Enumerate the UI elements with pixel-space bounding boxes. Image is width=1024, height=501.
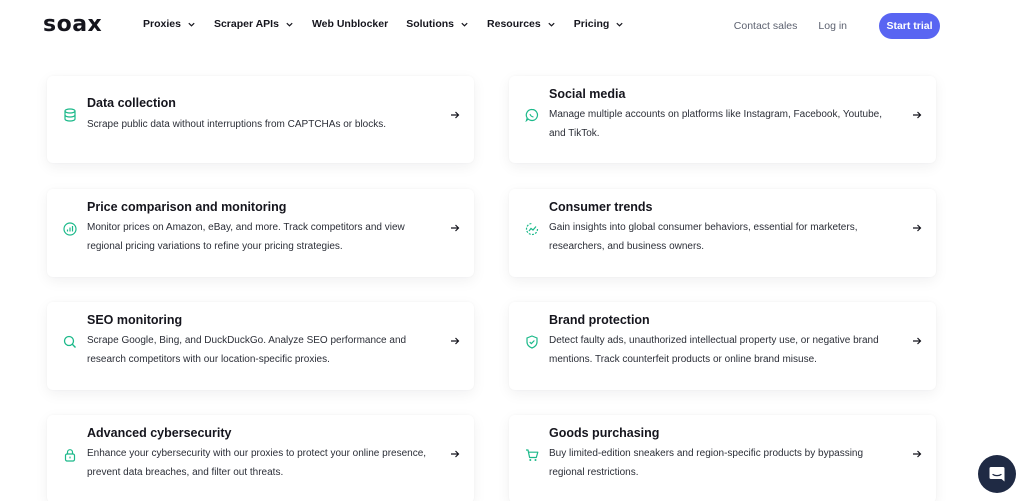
search-icon	[63, 335, 76, 348]
card-description: Gain insights into global consumer behav…	[549, 222, 858, 252]
main-nav: Proxies Scraper APIs Web Unblocker Solut…	[143, 18, 642, 30]
nav-item-web-unblocker[interactable]: Web Unblocker	[312, 18, 388, 30]
site-header: soax Proxies Scraper APIs Web Unblocker …	[0, 0, 1024, 52]
nav-item-solutions[interactable]: Solutions	[406, 18, 469, 30]
arrow-right-icon	[451, 450, 460, 458]
card-title: Advanced cybersecurity	[87, 426, 232, 440]
nav-item-label: Pricing	[573, 18, 610, 30]
nav-item-label: Resources	[487, 18, 541, 30]
use-case-card-social-media[interactable]: Social media Manage multiple accounts on…	[509, 76, 936, 163]
card-description: Scrape public data without interruptions…	[87, 119, 387, 130]
use-case-card-cybersecurity[interactable]: Advanced cybersecurity Enhance your cybe…	[47, 415, 474, 501]
pie-trend-icon	[525, 222, 539, 236]
chevron-down-icon	[548, 22, 555, 27]
chevron-down-icon	[461, 22, 468, 27]
login-link[interactable]: Log in	[818, 20, 847, 32]
chevron-down-icon	[188, 22, 195, 27]
contact-sales-link[interactable]: Contact sales	[734, 20, 798, 32]
use-case-card-price-comparison[interactable]: Price comparison and monitoring Monitor …	[47, 189, 474, 277]
nav-item-scraper-apis[interactable]: Scraper APIs	[214, 18, 294, 30]
card-title: Consumer trends	[549, 200, 653, 214]
card-title: SEO monitoring	[87, 313, 183, 327]
use-case-card-data-collection[interactable]: Data collection Scrape public data witho…	[47, 76, 474, 163]
card-title: Price comparison and monitoring	[87, 200, 287, 214]
bar-chart-icon	[63, 222, 77, 236]
arrow-right-icon	[913, 337, 922, 345]
header-actions: Contact sales Log in Start trial	[734, 13, 940, 39]
arrow-right-icon	[913, 224, 922, 232]
card-description: Enhance your cybersecurity with our prox…	[87, 448, 427, 478]
use-case-card-consumer-trends[interactable]: Consumer trends Gain insights into globa…	[509, 189, 936, 277]
lock-icon	[64, 449, 76, 462]
shield-check-icon	[526, 335, 538, 349]
arrow-right-icon	[451, 337, 460, 345]
nav-item-label: Scraper APIs	[213, 18, 279, 30]
card-title: Social media	[549, 87, 626, 101]
chat-widget-button[interactable]	[978, 455, 1016, 493]
arrow-right-icon	[913, 111, 922, 119]
arrow-right-icon	[451, 111, 460, 119]
chevron-down-icon	[616, 22, 623, 27]
arrow-right-icon	[913, 450, 922, 458]
arrow-right-icon	[451, 224, 460, 232]
cart-icon	[526, 449, 539, 461]
chat-widget-icon	[989, 467, 1005, 482]
card-description: Monitor prices on Amazon, eBay, and more…	[87, 222, 405, 252]
card-title: Goods purchasing	[549, 426, 660, 440]
card-description: Buy limited-edition sneakers and region-…	[549, 448, 864, 478]
database-icon	[64, 108, 76, 122]
nav-item-resources[interactable]: Resources	[487, 18, 556, 30]
nav-item-proxies[interactable]: Proxies	[143, 18, 196, 30]
start-trial-button[interactable]: Start trial	[879, 13, 940, 39]
logo[interactable]: soax	[43, 12, 102, 37]
use-case-card-seo-monitoring[interactable]: SEO monitoring Scrape Google, Bing, and …	[47, 302, 474, 390]
nav-item-label: Web Unblocker	[311, 18, 389, 30]
chevron-down-icon	[286, 22, 293, 27]
nav-item-pricing[interactable]: Pricing	[574, 18, 625, 30]
use-case-card-goods-purchasing[interactable]: Goods purchasing Buy limited-edition sne…	[509, 415, 936, 501]
nav-item-label: Proxies	[143, 18, 181, 30]
card-description: Manage multiple accounts on platforms li…	[549, 109, 882, 139]
card-title: Brand protection	[549, 313, 650, 327]
card-description: Scrape Google, Bing, and DuckDuckGo. Ana…	[87, 335, 407, 365]
chat-bubble-icon	[525, 108, 539, 122]
card-title: Data collection	[87, 96, 176, 110]
use-case-card-brand-protection[interactable]: Brand protection Detect faulty ads, unau…	[509, 302, 936, 390]
card-description: Detect faulty ads, unauthorized intellec…	[549, 335, 879, 365]
nav-item-label: Solutions	[406, 18, 455, 30]
